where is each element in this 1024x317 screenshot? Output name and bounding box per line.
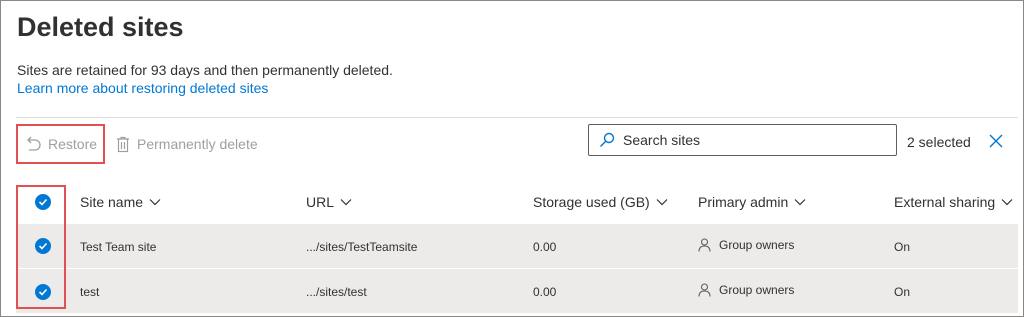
permanently-delete-label: Permanently delete [137, 136, 258, 152]
url-cell: .../sites/test [306, 285, 367, 299]
external-sharing-cell: On [894, 285, 911, 299]
chevron-down-icon [794, 199, 806, 206]
site-name-cell[interactable]: test [80, 285, 99, 299]
column-header-url[interactable]: URL [306, 194, 352, 210]
clear-selection-icon[interactable] [988, 133, 1004, 149]
search-icon [600, 132, 615, 147]
storage-cell: 0.00 [533, 285, 557, 299]
storage-cell: 0.00 [533, 240, 557, 254]
chevron-down-icon [340, 199, 352, 206]
chevron-down-icon [1001, 199, 1013, 206]
trash-icon [117, 136, 129, 152]
column-header-primary-admin[interactable]: Primary admin [698, 194, 806, 210]
site-name-cell[interactable]: Test Team site [80, 240, 156, 254]
column-header-storage-label: Storage used (GB) [533, 194, 650, 210]
column-header-url-label: URL [306, 194, 335, 210]
chevron-down-icon [656, 199, 668, 206]
column-header-storage[interactable]: Storage used (GB) [533, 194, 668, 210]
person-icon [698, 283, 711, 297]
primary-admin-label: Group owners [719, 283, 795, 297]
column-header-site-name[interactable]: Site name [80, 194, 161, 210]
external-sharing-cell: On [894, 240, 911, 254]
permanently-delete-button[interactable]: Permanently delete [115, 130, 258, 158]
column-header-site-name-label: Site name [80, 194, 144, 210]
selected-count: 2 selected [907, 134, 971, 150]
primary-admin-cell: Group owners [698, 283, 794, 297]
restore-highlight-box [16, 124, 105, 164]
page-title: Deleted sites [17, 12, 184, 42]
person-icon [698, 238, 711, 252]
header-divider [16, 117, 1018, 118]
search-box[interactable] [588, 124, 897, 156]
table-row[interactable] [16, 224, 1018, 268]
primary-admin-label: Group owners [719, 238, 795, 252]
table-row[interactable] [16, 269, 1018, 313]
retention-description: Sites are retained for 93 days and then … [17, 62, 393, 78]
chevron-down-icon [149, 199, 161, 206]
url-cell: .../sites/TestTeamsite [306, 240, 418, 254]
column-header-external-sharing-label: External sharing [894, 194, 996, 210]
column-header-external-sharing[interactable]: External sharing [894, 194, 1013, 210]
search-input[interactable] [623, 132, 883, 148]
column-header-primary-admin-label: Primary admin [698, 194, 789, 210]
checkbox-highlight-box [16, 185, 66, 309]
primary-admin-cell: Group owners [698, 238, 794, 252]
learn-more-link[interactable]: Learn more about restoring deleted sites [17, 80, 268, 96]
